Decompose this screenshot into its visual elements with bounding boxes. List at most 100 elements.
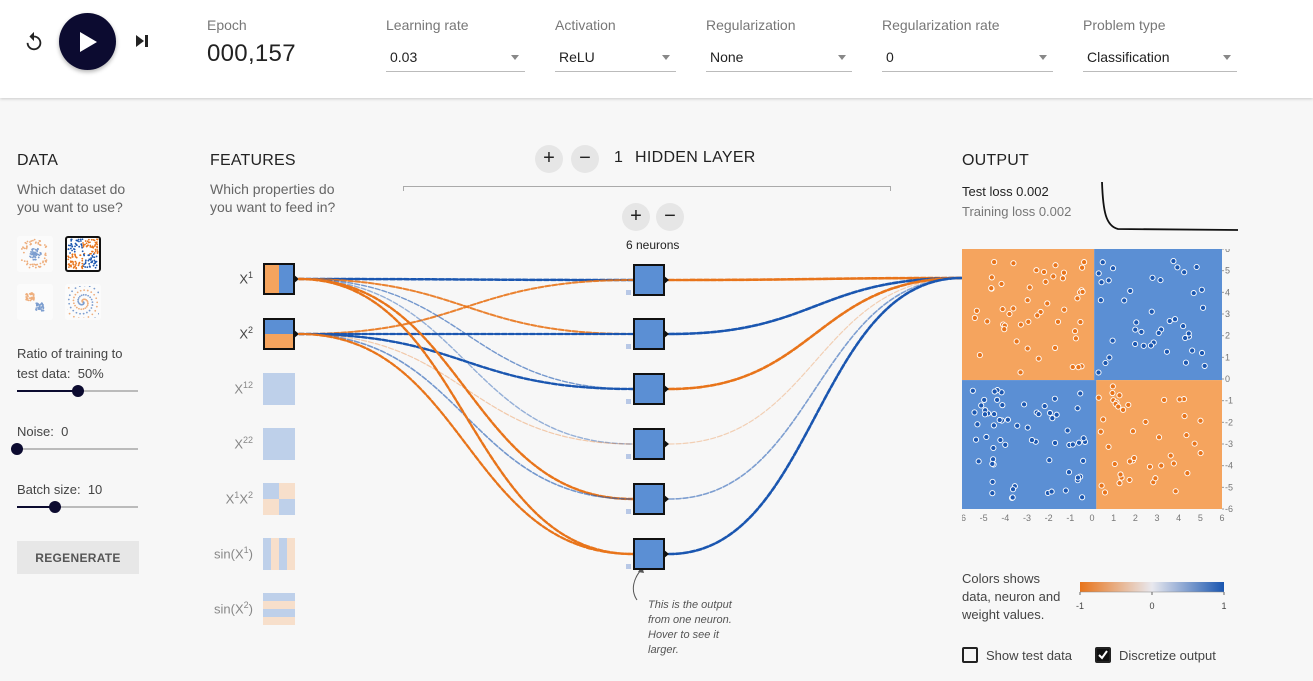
feature-node[interactable] bbox=[263, 263, 299, 295]
weight-link[interactable] bbox=[298, 278, 634, 390]
remove-layer-button[interactable]: − bbox=[571, 145, 599, 173]
discretize-output-checkbox[interactable] bbox=[1095, 647, 1111, 663]
data-subtitle-1: Which dataset do bbox=[17, 181, 126, 197]
data-point bbox=[1079, 264, 1086, 271]
weight-link[interactable] bbox=[667, 276, 964, 336]
step-forward-icon[interactable] bbox=[130, 28, 154, 54]
y-tick-label: -6 bbox=[1225, 504, 1233, 514]
problem-type-select[interactable]: Classification bbox=[1083, 44, 1237, 72]
weight-link[interactable] bbox=[297, 332, 635, 556]
regenerate-button[interactable]: REGENERATE bbox=[17, 541, 139, 574]
data-point bbox=[997, 436, 1004, 444]
output-title: OUTPUT bbox=[962, 152, 1029, 169]
feature-label: X1X2 bbox=[225, 490, 253, 507]
data-point bbox=[1147, 342, 1155, 349]
feature-node[interactable] bbox=[263, 538, 296, 570]
output-arrow-icon bbox=[663, 384, 669, 394]
regularization-rate-select[interactable]: 0 bbox=[882, 44, 1053, 72]
noise-slider-thumb[interactable] bbox=[11, 443, 23, 455]
add-layer-button[interactable]: + bbox=[535, 145, 563, 173]
ratio-slider[interactable] bbox=[17, 385, 138, 397]
hidden-neuron[interactable] bbox=[633, 318, 669, 350]
weight-link[interactable] bbox=[297, 277, 635, 282]
output-arrow-icon bbox=[293, 329, 299, 339]
hidden-neuron[interactable] bbox=[633, 483, 669, 515]
data-point bbox=[983, 433, 990, 441]
weight-link[interactable] bbox=[298, 279, 634, 335]
feature-label: sin(X2) bbox=[214, 600, 253, 617]
reset-icon[interactable] bbox=[20, 28, 48, 56]
colorbar-tick-max: 1 bbox=[1221, 601, 1226, 611]
learning-rate-select[interactable]: 0.03 bbox=[386, 44, 525, 72]
dataset-spiral[interactable] bbox=[65, 284, 101, 320]
data-point bbox=[1109, 337, 1116, 344]
chevron-down-icon bbox=[1223, 55, 1231, 60]
dataset-gaussian[interactable] bbox=[17, 284, 53, 320]
data-point bbox=[1028, 437, 1035, 444]
data-point bbox=[994, 396, 1001, 403]
batch-value: 10 bbox=[87, 482, 103, 497]
feature-label: X2 bbox=[239, 325, 253, 342]
data-point bbox=[976, 352, 983, 359]
weight-link[interactable] bbox=[667, 276, 964, 556]
data-point bbox=[1026, 284, 1033, 291]
weight-link[interactable] bbox=[668, 277, 963, 445]
show-test-data-checkbox[interactable] bbox=[962, 647, 978, 663]
feature-node[interactable] bbox=[263, 373, 295, 405]
data-point bbox=[1069, 441, 1076, 448]
batch-slider[interactable] bbox=[17, 501, 138, 513]
regularization-rate-value: 0 bbox=[886, 49, 894, 65]
bias-indicator bbox=[626, 564, 631, 569]
data-point bbox=[1069, 363, 1076, 371]
weight-link[interactable] bbox=[297, 277, 635, 556]
output-arrow-icon bbox=[663, 549, 669, 559]
hidden-neuron[interactable] bbox=[633, 428, 669, 460]
chevron-down-icon bbox=[662, 55, 670, 60]
ratio-value: 50% bbox=[77, 366, 104, 381]
feature-node[interactable] bbox=[263, 483, 295, 515]
weight-link[interactable] bbox=[298, 278, 634, 335]
bias-indicator bbox=[626, 344, 631, 349]
dataset-circle[interactable] bbox=[17, 236, 53, 272]
data-point bbox=[996, 416, 1003, 424]
data-point bbox=[1035, 355, 1042, 362]
weight-link[interactable] bbox=[297, 332, 635, 391]
output-arrow-icon bbox=[663, 439, 669, 449]
weight-link[interactable] bbox=[298, 333, 634, 445]
noise-slider[interactable] bbox=[11, 443, 138, 455]
weight-link[interactable] bbox=[667, 276, 964, 391]
weight-link[interactable] bbox=[297, 277, 635, 501]
feature-node[interactable] bbox=[263, 593, 295, 626]
regularization-select[interactable]: None bbox=[706, 44, 852, 72]
data-point bbox=[1010, 260, 1017, 267]
discretize-output-label: Discretize output bbox=[1119, 648, 1216, 663]
show-test-data-label: Show test data bbox=[986, 648, 1072, 663]
activation-value: ReLU bbox=[559, 49, 595, 65]
hidden-neuron[interactable] bbox=[633, 538, 669, 570]
data-point bbox=[1051, 395, 1058, 402]
dataset-xor[interactable] bbox=[65, 236, 101, 272]
data-point bbox=[1131, 454, 1138, 462]
data-point bbox=[1061, 306, 1068, 313]
feature-node[interactable] bbox=[263, 318, 299, 350]
data-point bbox=[1120, 406, 1127, 413]
remove-neuron-button[interactable]: − bbox=[656, 203, 684, 231]
data-point bbox=[1009, 486, 1017, 493]
y-tick-label: 3 bbox=[1225, 309, 1230, 319]
add-neuron-button[interactable]: + bbox=[622, 203, 650, 231]
weight-link[interactable] bbox=[668, 277, 963, 500]
feature-node[interactable] bbox=[263, 428, 295, 460]
activation-select[interactable]: ReLU bbox=[555, 44, 676, 72]
weight-link[interactable] bbox=[298, 333, 634, 500]
hidden-neuron[interactable] bbox=[633, 373, 669, 405]
play-button[interactable] bbox=[59, 13, 116, 70]
gaussian-dataset-icon bbox=[25, 292, 45, 312]
data-point bbox=[1079, 494, 1086, 501]
hidden-neuron[interactable] bbox=[633, 264, 669, 296]
learning-rate-value: 0.03 bbox=[390, 49, 418, 65]
annotation-line-3: Hover to see it bbox=[648, 629, 719, 641]
ratio-slider-thumb[interactable] bbox=[71, 385, 84, 397]
batch-slider-thumb[interactable] bbox=[48, 501, 61, 513]
weight-link[interactable] bbox=[298, 278, 634, 445]
weight-link[interactable] bbox=[667, 276, 964, 282]
